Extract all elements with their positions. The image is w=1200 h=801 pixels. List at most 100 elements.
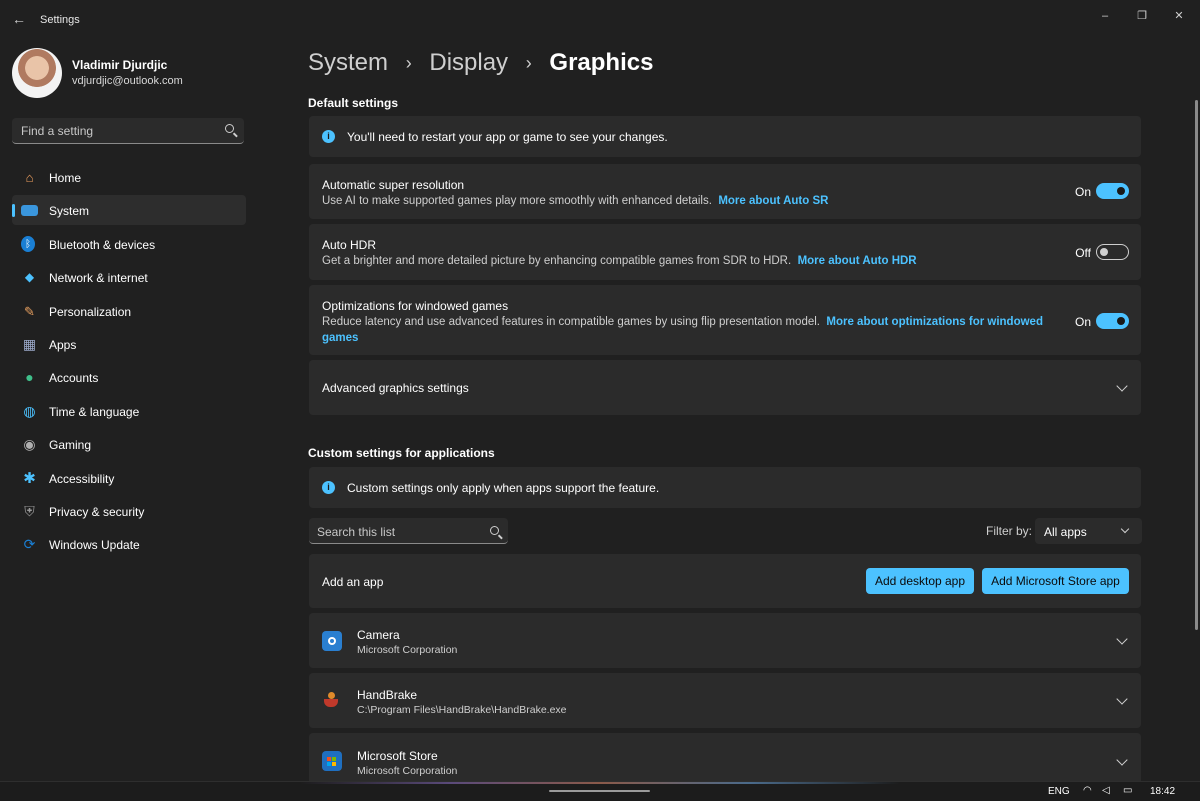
sidebar-item-personalization[interactable]: ✎ Personalization	[12, 296, 246, 326]
title-bar: ← Settings – ❐ ✕	[0, 0, 1200, 40]
advanced-graphics-title: Advanced graphics settings	[322, 381, 469, 395]
find-setting-placeholder: Find a setting	[21, 124, 94, 138]
sidebar-item-home[interactable]: ⌂ Home	[12, 162, 246, 192]
restart-info-bar: i You'll need to restart your app or gam…	[309, 116, 1141, 157]
windowed-games-toggle[interactable]	[1096, 313, 1129, 329]
sidebar-item-network[interactable]: ◆ Network & internet	[12, 262, 246, 292]
app-publisher: Microsoft Corporation	[357, 765, 458, 777]
sidebar-item-label: Home	[49, 171, 82, 185]
sidebar-item-system[interactable]: System	[12, 195, 246, 226]
app-row-handbrake[interactable]: HandBrake C:\Program Files\HandBrake\Han…	[309, 673, 1141, 728]
add-desktop-app-button[interactable]: Add desktop app	[866, 568, 974, 594]
add-app-card: Add an app Add desktop app Add Microsoft…	[309, 554, 1141, 608]
auto-sr-state: On	[1074, 185, 1091, 199]
shield-icon: ⛨	[24, 502, 35, 519]
custom-info-bar: i Custom settings only apply when apps s…	[309, 467, 1141, 508]
auto-sr-card: Automatic super resolution Use AI to mak…	[309, 164, 1141, 219]
windowed-games-desc: Reduce latency and use advanced features…	[322, 316, 820, 328]
sidebar-nav: ⌂ Home System ᛒ Bluetooth & devices ◆ Ne…	[12, 162, 246, 563]
window-title: Settings	[40, 14, 80, 26]
avatar[interactable]	[12, 48, 62, 98]
breadcrumb-separator: ›	[405, 53, 412, 73]
filter-value: All apps	[1044, 525, 1087, 539]
apps-icon: ▦	[22, 335, 37, 352]
chevron-down-icon	[1116, 693, 1128, 705]
auto-hdr-link[interactable]: More about Auto HDR	[798, 255, 917, 267]
restore-button[interactable]: ❐	[1131, 8, 1153, 24]
chevron-down-icon	[1120, 524, 1130, 534]
language-indicator[interactable]: ENG	[1048, 786, 1070, 797]
app-name: Camera	[357, 628, 400, 642]
accessibility-icon: ✱	[23, 469, 36, 487]
auto-hdr-title: Auto HDR	[322, 238, 377, 252]
update-icon: ⟳	[23, 536, 36, 553]
scrollbar[interactable]	[1195, 100, 1198, 630]
taskbar-handle[interactable]	[549, 790, 650, 792]
accounts-icon: ●	[25, 369, 34, 386]
sidebar-item-label: Apps	[49, 337, 77, 352]
info-icon: i	[322, 481, 335, 494]
sidebar-item-time-language[interactable]: ◍ Time & language	[12, 396, 246, 426]
sidebar-item-accounts[interactable]: ● Accounts	[12, 362, 246, 392]
app-row-camera[interactable]: Camera Microsoft Corporation	[309, 613, 1141, 668]
brush-icon: ✎	[24, 303, 35, 319]
auto-hdr-card: Auto HDR Get a brighter and more detaile…	[309, 224, 1141, 280]
windowed-games-state: On	[1074, 315, 1091, 329]
filter-label: Filter by:	[986, 524, 1033, 538]
chevron-down-icon	[1116, 633, 1128, 645]
search-list-input[interactable]: Search this list	[309, 518, 508, 544]
clock[interactable]: 18:42	[1150, 786, 1175, 797]
close-button[interactable]: ✕	[1168, 8, 1190, 24]
advanced-graphics-card[interactable]: Advanced graphics settings	[309, 360, 1141, 415]
windowed-games-desc-wrap: Reduce latency and use advanced features…	[322, 314, 1052, 346]
app-publisher: C:\Program Files\HandBrake\HandBrake.exe	[357, 704, 567, 716]
filter-dropdown[interactable]: All apps	[1035, 518, 1142, 544]
auto-sr-desc: Use AI to make supported games play more…	[322, 195, 712, 207]
sidebar-item-label: Personalization	[49, 304, 132, 319]
sidebar-item-gaming[interactable]: ◉ Gaming	[12, 429, 246, 459]
app-name: HandBrake	[357, 688, 418, 702]
auto-sr-link[interactable]: More about Auto SR	[718, 195, 828, 207]
sidebar-item-label: Network & internet	[49, 271, 148, 286]
search-list-placeholder: Search this list	[317, 525, 396, 539]
auto-sr-toggle[interactable]	[1096, 183, 1129, 199]
sidebar-item-label: Windows Update	[49, 538, 140, 553]
auto-sr-desc-wrap: Use AI to make supported games play more…	[322, 193, 828, 209]
sidebar-item-label: Accounts	[49, 371, 99, 386]
restart-info-text: You'll need to restart your app or game …	[347, 130, 668, 144]
sidebar-item-privacy[interactable]: ⛨ Privacy & security	[12, 496, 246, 526]
breadcrumb-separator: ›	[525, 53, 532, 73]
globe-icon: ◍	[23, 402, 36, 419]
taskbar-glow	[300, 782, 900, 784]
wifi-icon[interactable]: ◠	[1083, 785, 1092, 796]
breadcrumb-system[interactable]: System	[308, 48, 388, 78]
breadcrumb: System › Display › Graphics	[308, 48, 653, 78]
sidebar-item-label: Time & language	[49, 404, 140, 419]
system-icon	[21, 205, 38, 217]
volume-icon[interactable]: ◁	[1102, 785, 1110, 796]
user-name: Vladimir Djurdjic	[72, 58, 168, 72]
minimize-button[interactable]: –	[1094, 8, 1116, 24]
breadcrumb-display[interactable]: Display	[429, 48, 508, 78]
app-publisher: Microsoft Corporation	[357, 644, 458, 656]
back-arrow-icon[interactable]: ←	[12, 11, 28, 27]
sidebar-item-label: Bluetooth & devices	[49, 237, 156, 252]
battery-icon[interactable]: ▭	[1123, 785, 1132, 796]
sidebar-item-bluetooth[interactable]: ᛒ Bluetooth & devices	[12, 229, 246, 259]
sidebar-item-apps[interactable]: ▦ Apps	[12, 329, 246, 359]
gamepad-icon: ◉	[23, 436, 36, 453]
bluetooth-icon: ᛒ	[21, 235, 35, 252]
windowed-games-title: Optimizations for windowed games	[322, 299, 509, 313]
info-icon: i	[322, 130, 335, 143]
app-name: Microsoft Store	[357, 749, 438, 763]
auto-hdr-toggle[interactable]	[1096, 244, 1129, 260]
taskbar: ENG ◠ ◁ ▭ 18:42	[0, 781, 1200, 801]
find-setting-input[interactable]: Find a setting	[12, 118, 244, 144]
add-store-app-button[interactable]: Add Microsoft Store app	[982, 568, 1129, 594]
handbrake-icon	[322, 690, 342, 710]
sidebar-item-windows-update[interactable]: ⟳ Windows Update	[12, 529, 246, 559]
sidebar-item-label: Accessibility	[49, 471, 115, 486]
add-app-label: Add an app	[322, 575, 384, 589]
app-row-microsoft-store[interactable]: Microsoft Store Microsoft Corporation	[309, 733, 1141, 781]
sidebar-item-accessibility[interactable]: ✱ Accessibility	[12, 463, 246, 493]
